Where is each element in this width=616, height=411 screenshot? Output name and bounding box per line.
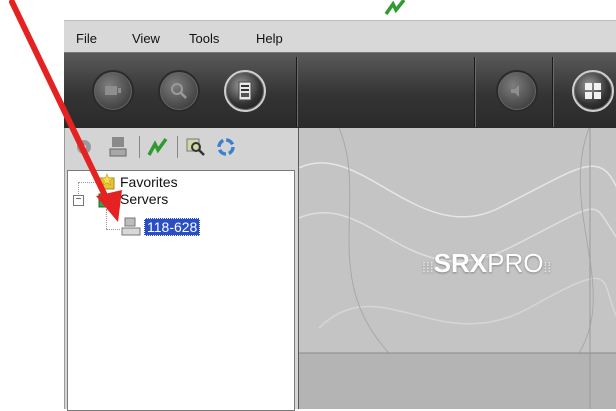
menu-bar: File View Tools Help [64, 20, 616, 53]
speaker-icon [511, 85, 519, 97]
disk-icon [77, 140, 91, 154]
server-tree-panel: Favorites − Servers 118-628 [64, 128, 299, 411]
server-tree: Favorites − Servers 118-628 [67, 170, 295, 411]
srxpro-logo: ⁞⁞⁞SRXPRO⁞⁞ [422, 248, 552, 278]
menu-file[interactable]: File [76, 31, 97, 46]
logo-light-text: PRO [487, 248, 544, 278]
server-button[interactable] [107, 136, 129, 158]
activity-icon-partial [384, 0, 406, 16]
find-icon [186, 138, 205, 156]
server-info-button[interactable] [224, 70, 266, 112]
tree-toolbar [65, 128, 299, 170]
servers-collapse-toggle[interactable]: − [73, 195, 84, 206]
menu-view[interactable]: View [132, 31, 160, 46]
main-toolbar [64, 52, 616, 129]
logo-bold-text: SRX [433, 248, 488, 278]
monitor-icon [105, 86, 121, 95]
menu-tools[interactable]: Tools [189, 31, 219, 46]
favorites-folder-icon [98, 173, 115, 190]
server-icon [109, 137, 127, 157]
tree-item-favorites[interactable]: Favorites [120, 174, 178, 190]
layout-button[interactable] [572, 70, 614, 112]
server-info-icon [238, 81, 252, 101]
video-display-area[interactable]: ⁞⁞⁞SRXPRO⁞⁞ [298, 128, 616, 409]
disk-button[interactable] [73, 136, 95, 158]
server-node-icon [121, 217, 141, 236]
find-button[interactable] [185, 136, 207, 158]
grid-layout-icon [585, 83, 601, 99]
refresh-button[interactable] [215, 136, 237, 158]
tree-item-server-selected[interactable]: 118-628 [144, 218, 201, 236]
monitor-button[interactable] [92, 70, 134, 112]
menu-help[interactable]: Help [256, 31, 283, 46]
collapse-minus-icon: − [75, 194, 82, 205]
search-icon [171, 83, 187, 99]
servers-group-icon [98, 193, 116, 208]
audio-button[interactable] [496, 70, 538, 112]
refresh-icon [217, 138, 235, 156]
activity-button[interactable] [147, 136, 169, 158]
activity-icon [147, 137, 168, 156]
search-button[interactable] [158, 70, 200, 112]
tree-item-servers[interactable]: Servers [120, 191, 168, 207]
